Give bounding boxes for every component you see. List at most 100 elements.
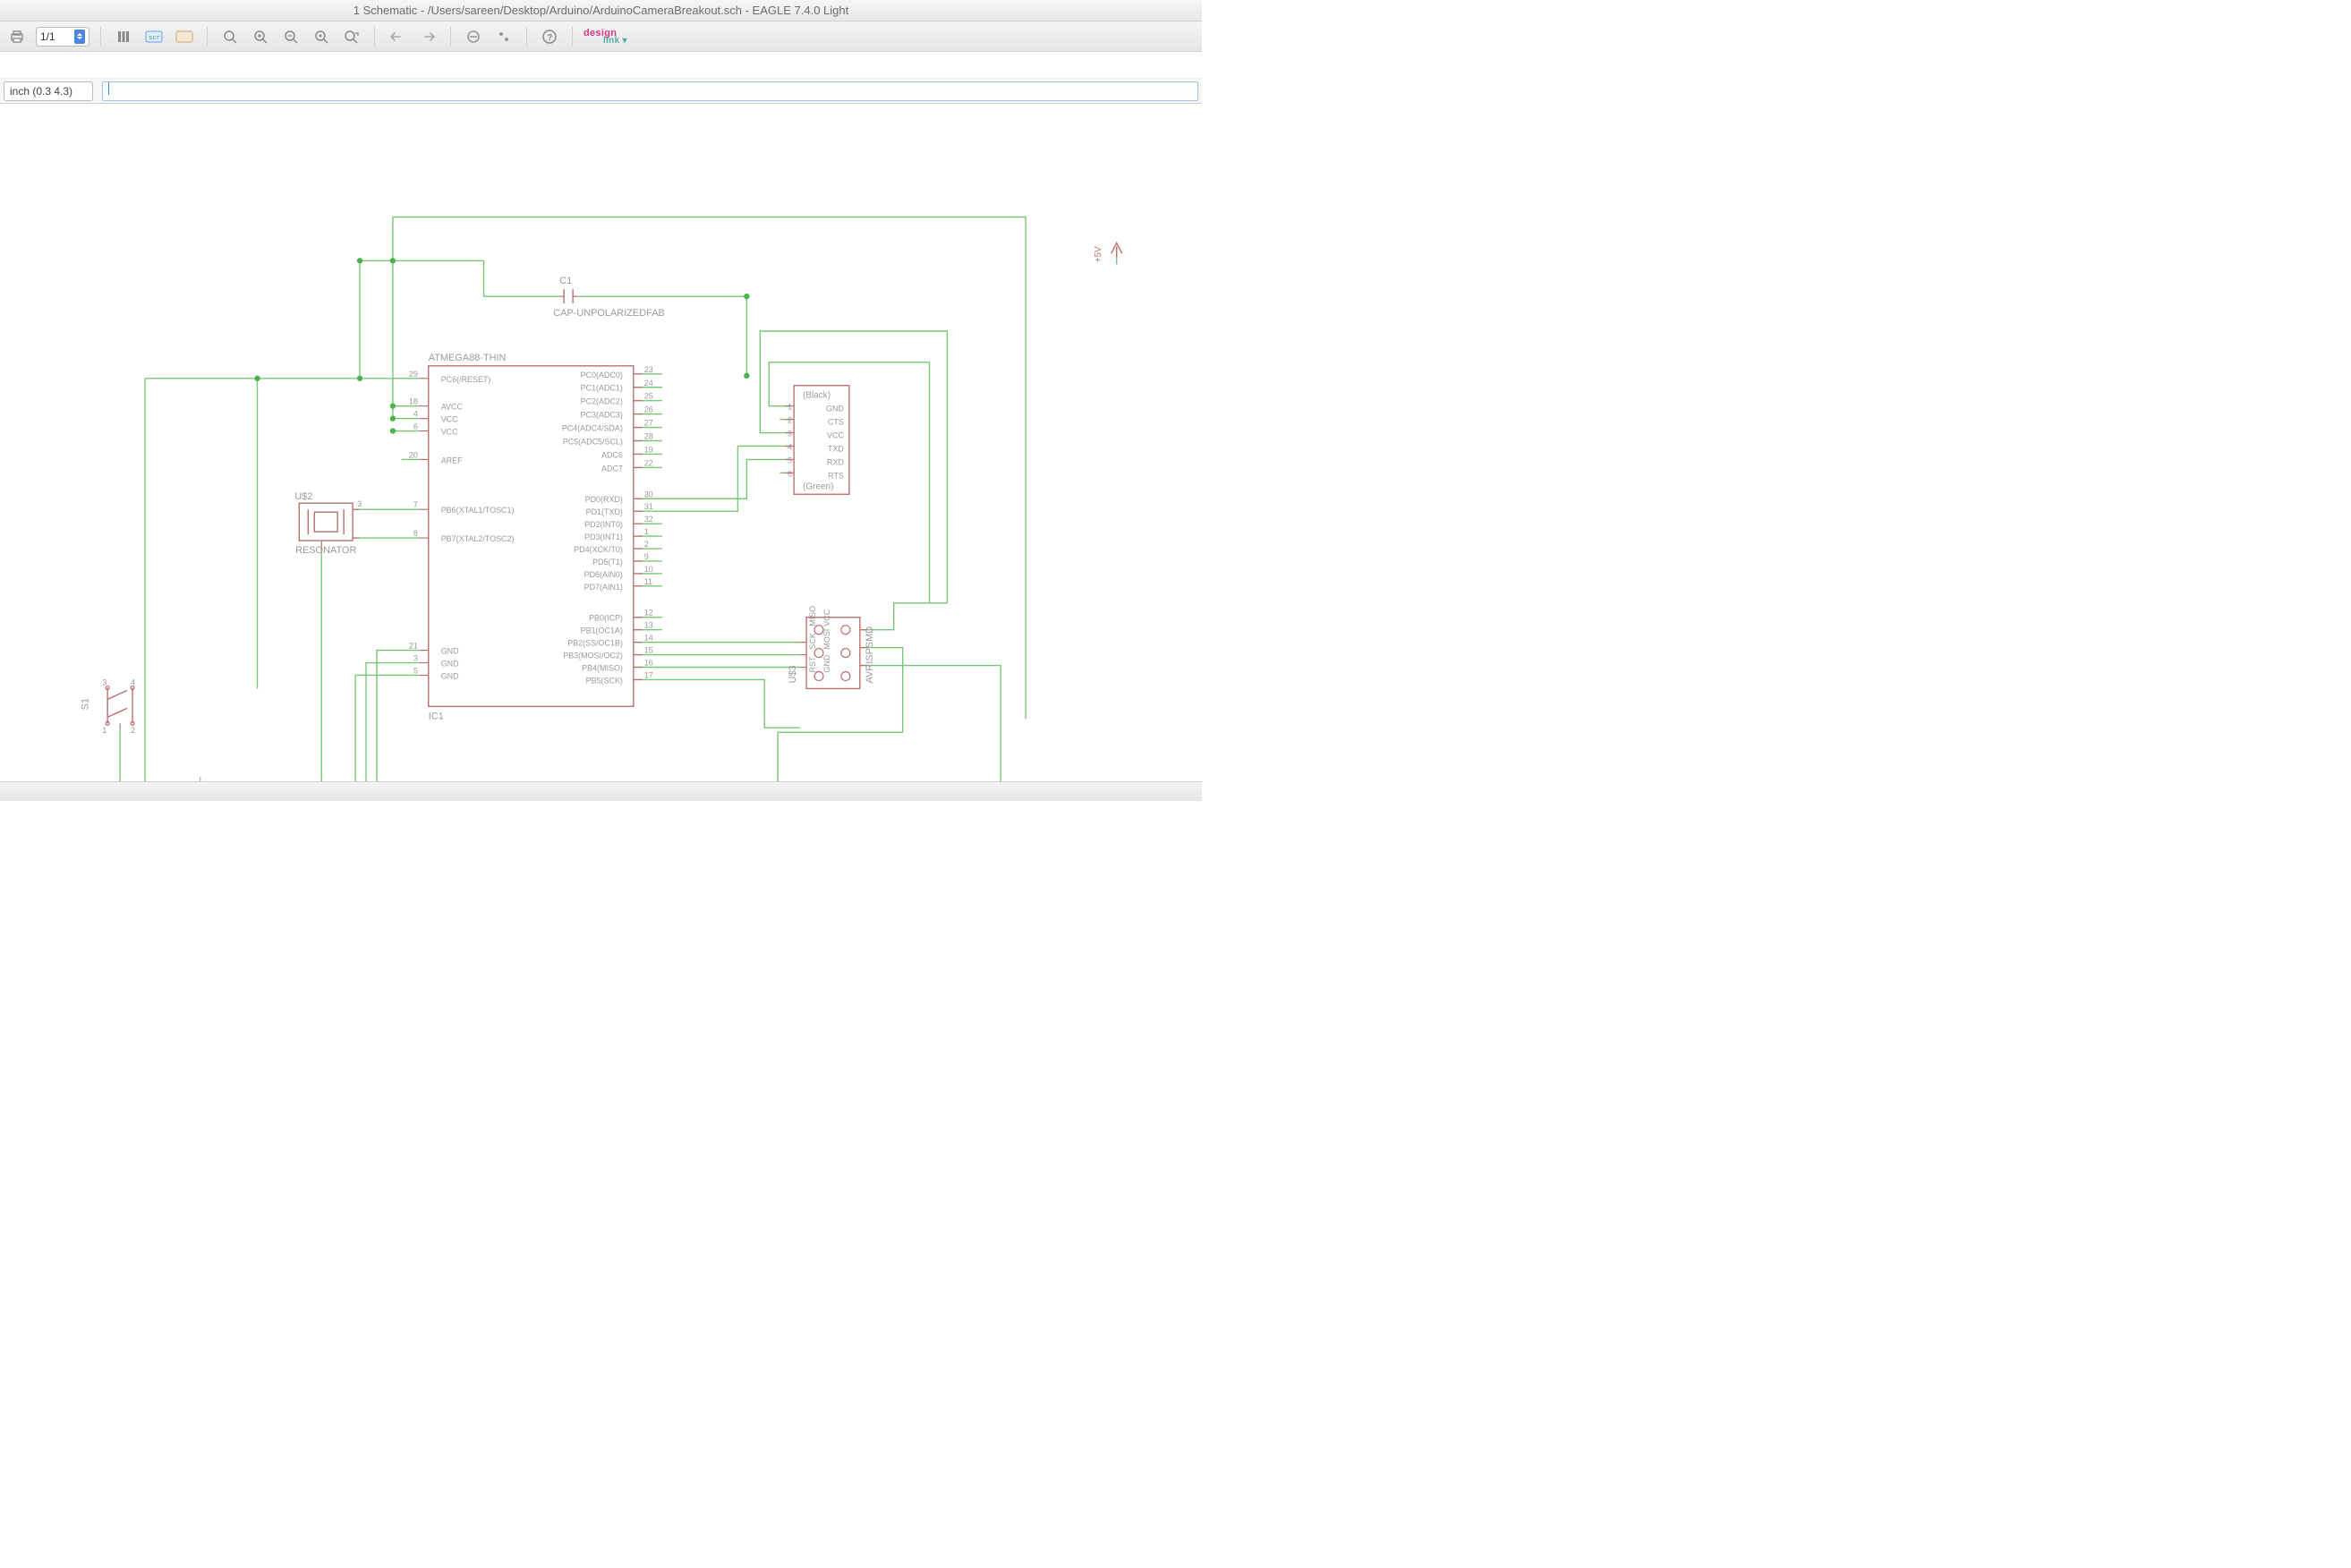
- svg-text:PC5(ADC5/SCL): PC5(ADC5/SCL): [563, 437, 623, 446]
- svg-text:RST: RST: [808, 656, 817, 672]
- svg-text:PC4(ADC4/SDA): PC4(ADC4/SDA): [562, 424, 623, 433]
- supply-vcc[interactable]: +5V: [1094, 243, 1122, 262]
- svg-text:6: 6: [788, 469, 792, 478]
- svg-text:PD3(INT1): PD3(INT1): [584, 533, 623, 541]
- component-s1[interactable]: S1 4 3 1 2: [80, 677, 135, 735]
- svg-text:4: 4: [413, 410, 418, 419]
- sheet-selector-value: 1/1: [40, 30, 55, 43]
- svg-text:GND: GND: [441, 671, 459, 680]
- svg-text:U$2: U$2: [294, 491, 312, 502]
- command-bar: inch (0.3 4.3): [0, 79, 1202, 104]
- svg-text:?: ?: [547, 33, 552, 43]
- command-input[interactable]: [102, 81, 1198, 101]
- svg-text:PD4(XCK/T0): PD4(XCK/T0): [574, 545, 623, 554]
- go-button[interactable]: [492, 25, 515, 48]
- svg-text:4: 4: [788, 442, 792, 451]
- origin-crosshair: [192, 777, 209, 781]
- svg-text:8: 8: [413, 529, 418, 538]
- svg-text:PD6(AIN0): PD6(AIN0): [584, 570, 623, 579]
- zoom-out-button[interactable]: [279, 25, 302, 48]
- zoom-select-button[interactable]: [340, 25, 363, 48]
- component-c1[interactable]: C1 CAP-UNPOLARIZEDFAB: [553, 276, 665, 319]
- svg-text:9: 9: [644, 552, 649, 561]
- svg-text:PB4(MISO): PB4(MISO): [582, 663, 623, 672]
- svg-text:3: 3: [102, 677, 106, 686]
- svg-text:17: 17: [644, 670, 653, 679]
- svg-text:21: 21: [409, 642, 418, 651]
- main-toolbar: 1/1 scr: [0, 21, 1202, 52]
- stepper-arrows-icon: [74, 30, 85, 44]
- zoom-fit-button[interactable]: [218, 25, 242, 48]
- svg-text:VCC: VCC: [441, 415, 458, 424]
- svg-text:(Black): (Black): [803, 391, 831, 401]
- window-titlebar: 1 Schematic - /Users/sareen/Desktop/Ardu…: [0, 0, 1202, 21]
- component-ic1[interactable]: ATMEGA88-THIN IC1 PC6(/RESET) AVCC VCC V…: [409, 353, 653, 721]
- svg-text:6: 6: [413, 422, 418, 431]
- svg-text:2: 2: [788, 416, 792, 425]
- toolbar-gap: [0, 52, 1202, 79]
- svg-text:U$3: U$3: [788, 665, 798, 683]
- toolbar-separator: [100, 27, 101, 47]
- svg-text:25: 25: [644, 392, 653, 401]
- svg-text:2: 2: [131, 726, 135, 735]
- svg-text:PB0(ICP): PB0(ICP): [589, 614, 623, 623]
- svg-text:14: 14: [644, 634, 653, 643]
- svg-text:PD1(TXD): PD1(TXD): [586, 507, 623, 516]
- component-ftdi-header[interactable]: (Black) (Green) GND CTS VCC TXD RXD RTS …: [785, 386, 849, 495]
- svg-text:PC1(ADC1): PC1(ADC1): [581, 384, 623, 393]
- designlink-button[interactable]: designlink ▾: [583, 28, 627, 46]
- undo-button[interactable]: [386, 25, 409, 48]
- svg-text:+5V: +5V: [1094, 246, 1103, 262]
- component-isp-header[interactable]: U$3 AVRISPSMD MISO VCC SCK MOSI RST GND: [788, 606, 875, 689]
- cancel-button[interactable]: [462, 25, 485, 48]
- svg-text:5: 5: [788, 456, 792, 464]
- svg-text:32: 32: [644, 515, 653, 524]
- svg-text:VCC: VCC: [441, 428, 458, 437]
- script-button[interactable]: scr: [142, 25, 166, 48]
- svg-text:RESONATOR: RESONATOR: [295, 545, 356, 556]
- svg-text:GND: GND: [826, 405, 844, 413]
- help-button[interactable]: ?: [538, 25, 561, 48]
- svg-text:AREF: AREF: [441, 456, 463, 464]
- svg-text:18: 18: [409, 397, 418, 406]
- svg-text:29: 29: [409, 370, 418, 379]
- svg-text:PB6(XTAL1/TOSC1): PB6(XTAL1/TOSC1): [441, 506, 515, 515]
- svg-text:PC0(ADC0): PC0(ADC0): [581, 371, 623, 379]
- svg-text:4: 4: [131, 677, 135, 686]
- svg-text:CTS: CTS: [828, 418, 844, 427]
- status-bar: [0, 781, 1202, 801]
- toolbar-separator: [374, 27, 375, 47]
- svg-text:GND: GND: [441, 660, 459, 669]
- svg-text:3: 3: [357, 499, 362, 508]
- svg-text:RXD: RXD: [827, 457, 844, 466]
- svg-text:ADC7: ADC7: [601, 464, 623, 473]
- svg-text:PC3(ADC3): PC3(ADC3): [581, 411, 623, 420]
- svg-text:(Green): (Green): [803, 481, 833, 491]
- svg-text:11: 11: [644, 577, 652, 586]
- svg-text:12: 12: [644, 609, 653, 618]
- sheet-selector[interactable]: 1/1: [36, 27, 89, 47]
- junctions: [142, 258, 1004, 781]
- svg-text:RTS: RTS: [828, 471, 844, 480]
- svg-text:1: 1: [102, 726, 106, 735]
- window-title: 1 Schematic - /Users/sareen/Desktop/Ardu…: [354, 4, 849, 17]
- run-ulp-button[interactable]: [173, 25, 196, 48]
- svg-text:30: 30: [644, 490, 653, 499]
- svg-text:GND: GND: [822, 654, 831, 672]
- svg-text:ATMEGA88-THIN: ATMEGA88-THIN: [429, 353, 507, 363]
- toolbar-separator: [526, 27, 527, 47]
- library-button[interactable]: [112, 25, 135, 48]
- zoom-in-button[interactable]: [249, 25, 272, 48]
- redo-button[interactable]: [416, 25, 439, 48]
- schematic-svg: ATMEGA88-THIN IC1 PC6(/RESET) AVCC VCC V…: [0, 104, 1202, 781]
- svg-text:MOSI: MOSI: [822, 629, 831, 650]
- zoom-redraw-button[interactable]: [310, 25, 333, 48]
- svg-text:28: 28: [644, 432, 653, 441]
- svg-text:3: 3: [788, 430, 792, 439]
- print-button[interactable]: [5, 25, 29, 48]
- svg-text:20: 20: [409, 450, 418, 459]
- svg-text:19: 19: [644, 445, 653, 454]
- svg-text:1: 1: [644, 527, 649, 536]
- component-resonator[interactable]: U$2 RESONATOR 3: [294, 491, 362, 556]
- schematic-canvas[interactable]: ATMEGA88-THIN IC1 PC6(/RESET) AVCC VCC V…: [0, 104, 1202, 781]
